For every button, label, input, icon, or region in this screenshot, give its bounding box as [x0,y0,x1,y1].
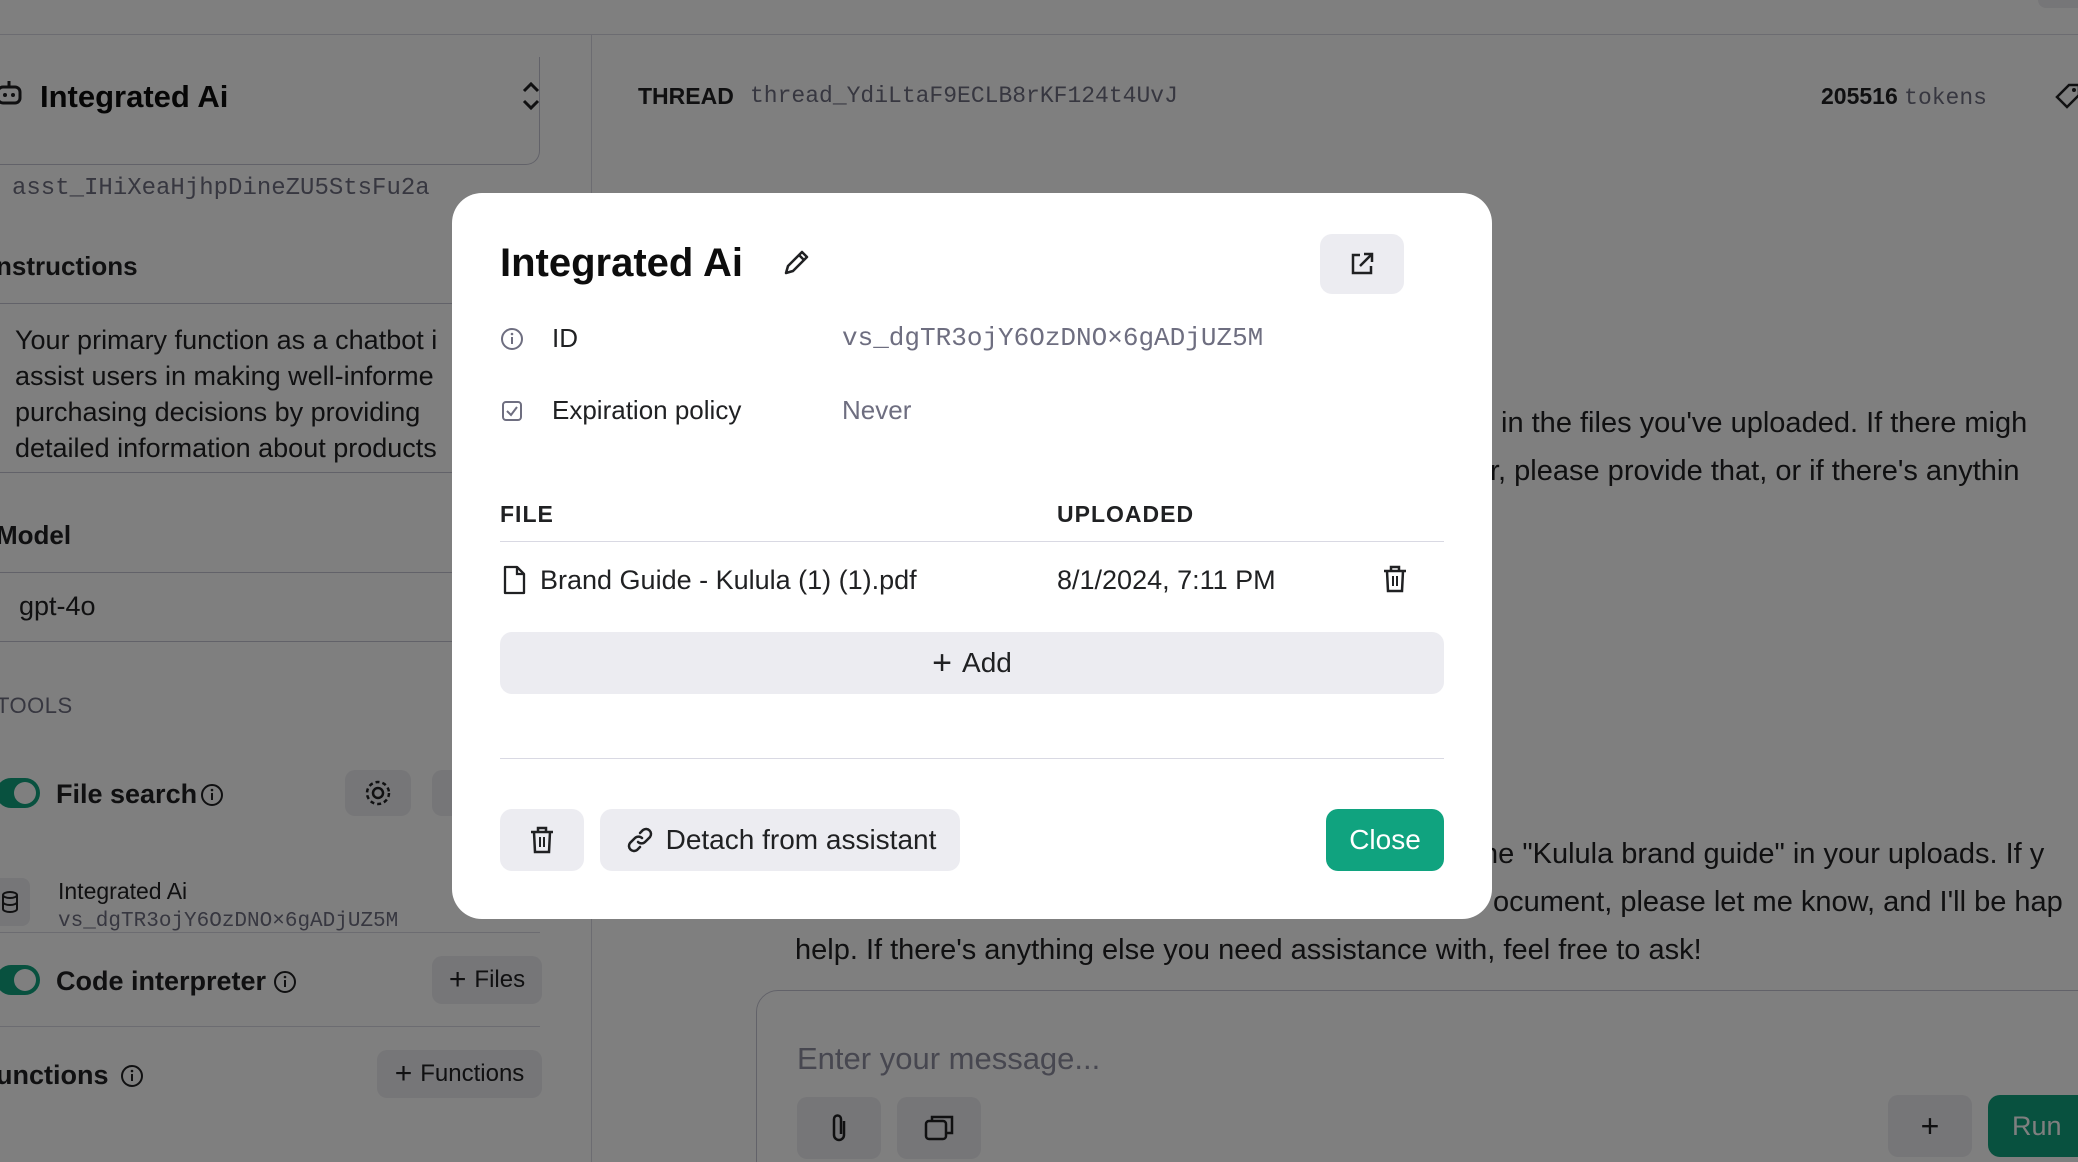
modal-title: Integrated Ai [500,241,743,285]
detach-label: Detach from assistant [665,824,937,855]
expiration-label: Expiration policy [552,395,742,425]
delete-vector-store-button[interactable] [500,809,584,871]
file-column-header: FILE [500,501,554,527]
info-icon [501,328,523,350]
trash-icon [531,826,553,854]
vector-store-id-value: vs_dgTR3ojY6OzDNO×6gADjUZ5M [842,323,1264,353]
file-uploaded-date: 8/1/2024, 7:11 PM [1057,565,1276,595]
id-label: ID [552,323,578,353]
vector-store-modal: Integrated Ai ID vs_dgTR3ojY6OzDNO×6gADj… [452,193,1492,919]
close-button[interactable]: Close [1326,809,1444,871]
link-icon [627,827,652,853]
add-file-label: Add [962,647,1012,678]
table-header-divider [500,541,1444,542]
trash-icon[interactable] [1380,563,1410,595]
checkbox-icon [502,401,522,421]
plus-icon: + [932,644,953,682]
expiration-value: Never [842,395,912,425]
external-link-icon [1351,252,1374,275]
uploaded-column-header: UPLOADED [1057,501,1195,527]
detach-from-assistant-button[interactable]: Detach from assistant [600,809,960,871]
pencil-icon[interactable] [780,245,814,279]
add-file-button[interactable]: + Add [500,632,1444,694]
footer-divider [500,758,1444,759]
open-external-button[interactable] [1320,234,1404,294]
file-name: Brand Guide - Kulula (1) (1).pdf [540,565,917,595]
file-icon [503,565,526,595]
